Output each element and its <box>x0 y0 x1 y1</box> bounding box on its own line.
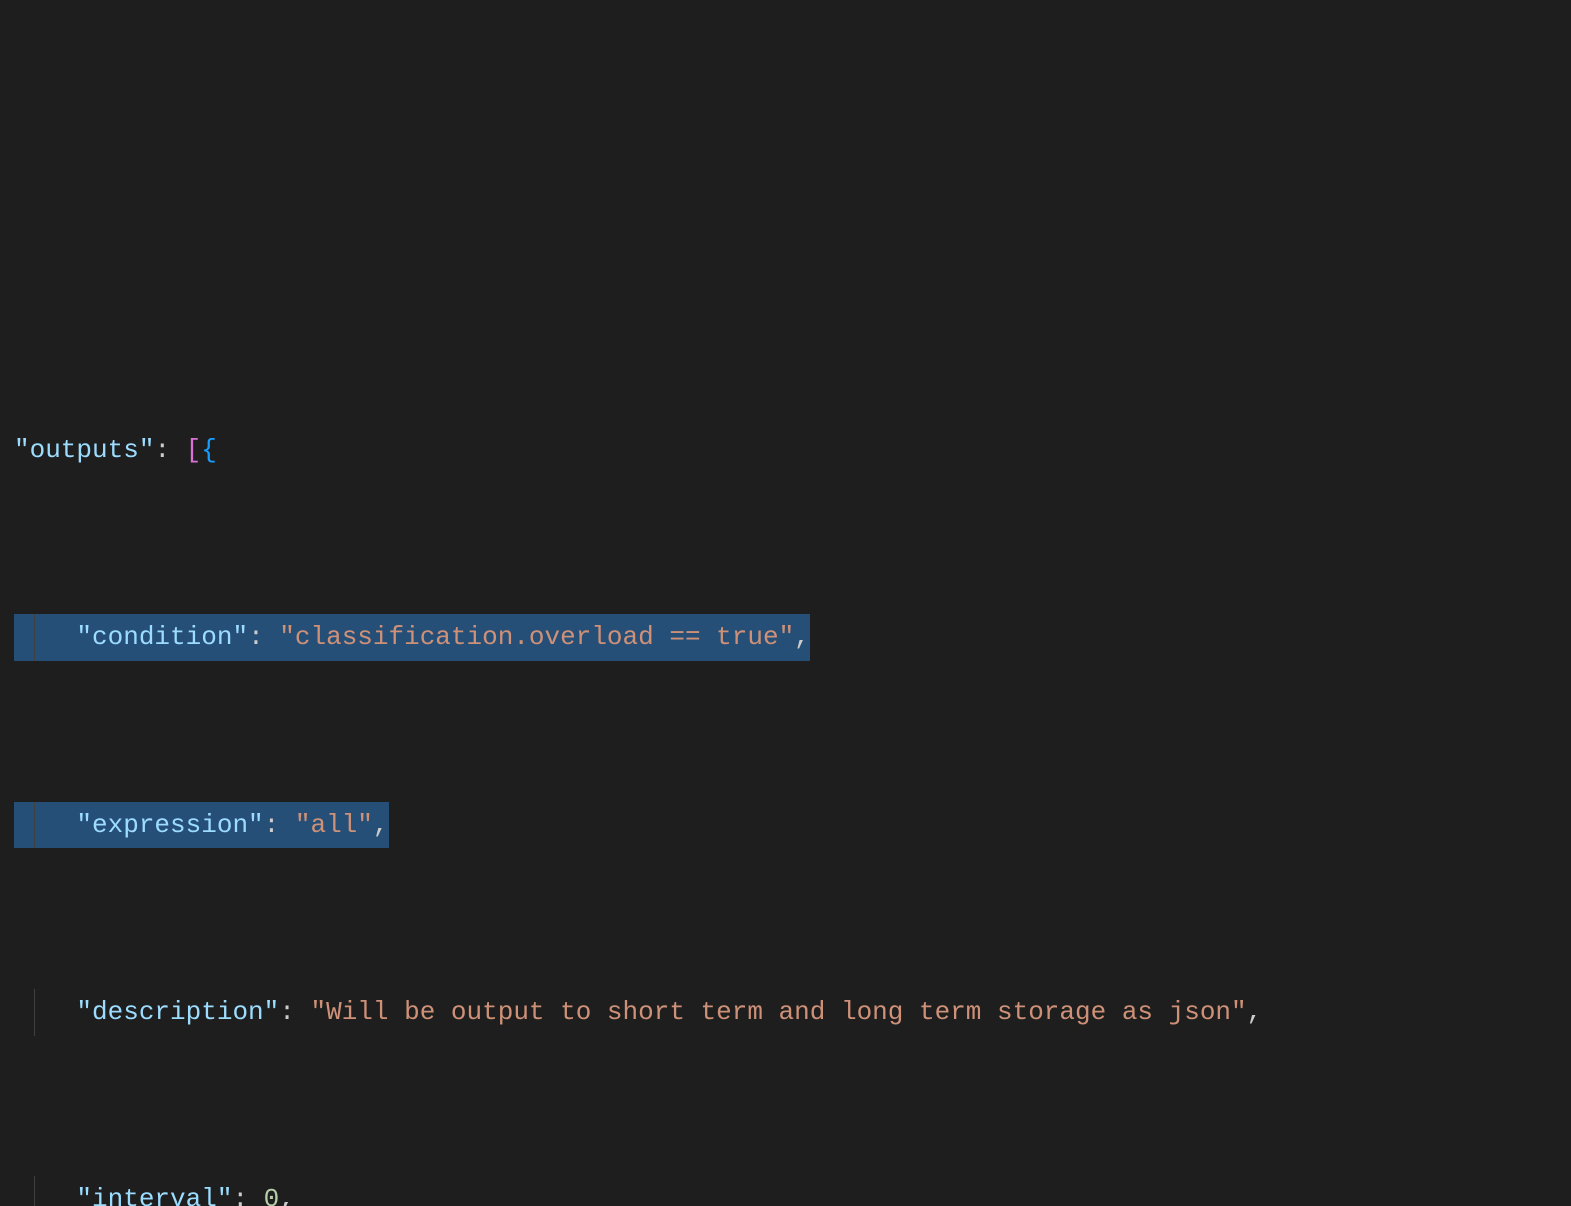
punct: : <box>279 989 310 1036</box>
punct: , <box>794 622 810 652</box>
indent <box>14 989 76 1036</box>
punct: : <box>232 1176 263 1206</box>
indent <box>14 622 76 652</box>
brace: { <box>201 427 217 474</box>
code-line[interactable]: "description": "Will be output to short … <box>14 989 1571 1036</box>
code-line[interactable]: "condition": "classification.overload ==… <box>14 614 1571 661</box>
code-editor[interactable]: "outputs": [{ "condition": "classificati… <box>0 187 1571 1206</box>
json-string: "classification.overload == true" <box>279 622 794 652</box>
indent-guide <box>34 614 35 661</box>
indent-guide <box>34 989 35 1036</box>
json-string: "all" <box>295 810 373 840</box>
punct: : <box>264 810 295 840</box>
punct: : <box>248 622 279 652</box>
punct: : <box>154 427 185 474</box>
indent <box>14 1176 76 1206</box>
bracket: [ <box>186 427 202 474</box>
code-line[interactable]: "interval": 0, <box>14 1176 1571 1206</box>
indent <box>14 810 76 840</box>
json-key: "outputs" <box>14 427 154 474</box>
punct: , <box>373 810 389 840</box>
json-key: "expression" <box>76 810 263 840</box>
punct: , <box>1247 989 1263 1036</box>
json-key: "description" <box>76 989 279 1036</box>
json-string: "Will be output to short term and long t… <box>310 989 1246 1036</box>
code-line[interactable]: "expression": "all", <box>14 802 1571 849</box>
json-key: "interval" <box>76 1176 232 1206</box>
punct: , <box>279 1176 295 1206</box>
indent-guide <box>34 802 35 849</box>
code-line[interactable]: "outputs": [{ <box>14 427 1571 474</box>
json-key: "condition" <box>76 622 248 652</box>
indent-guide <box>34 1176 35 1206</box>
json-number: 0 <box>264 1176 280 1206</box>
